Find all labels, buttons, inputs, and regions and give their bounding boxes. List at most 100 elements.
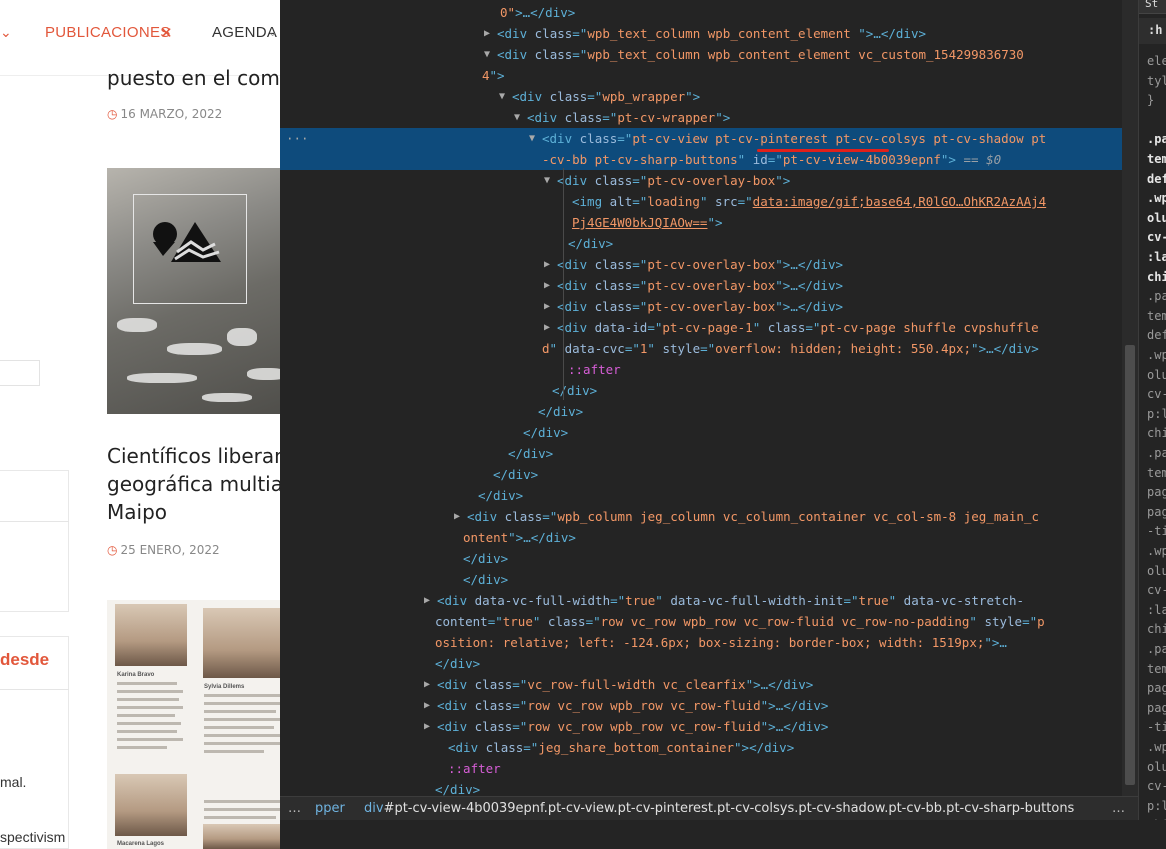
dom-node-line[interactable]: ontent">…</div>: [280, 527, 1122, 548]
agenda-chevron-down-icon[interactable]: ⌄: [268, 26, 277, 39]
dom-node-line[interactable]: osition: relative; left: -124.6px; box-s…: [280, 632, 1122, 653]
code-token: ">…</div>: [760, 719, 829, 734]
style-rule-fragment: chi: [1147, 426, 1166, 441]
clock-icon: ◷: [107, 543, 118, 557]
expand-triangle-closed-icon[interactable]: ▶: [424, 695, 430, 716]
dom-node-line[interactable]: content="true" class="row vc_row wpb_row…: [280, 611, 1122, 632]
article-thumbnail-mountain[interactable]: [107, 168, 287, 414]
breadcrumb-more-icon[interactable]: …: [1112, 797, 1125, 820]
expand-triangle-closed-icon[interactable]: ▶: [454, 506, 460, 527]
style-rule-fragment: .wp: [1147, 740, 1166, 754]
dom-node-line[interactable]: ::after: [280, 359, 1122, 380]
article-title-line-3[interactable]: Maipo: [107, 498, 167, 526]
expand-triangle-closed-icon[interactable]: ▶: [484, 23, 490, 44]
expand-triangle-closed-icon[interactable]: ▶: [424, 590, 430, 611]
dom-node-line[interactable]: 0">…</div>: [280, 2, 1122, 23]
article-date: ◷ 16 MARZO, 2022: [107, 107, 223, 121]
code-token: pt-cv-page-1: [662, 320, 753, 335]
expand-triangle-closed-icon[interactable]: ▶: [424, 716, 430, 737]
code-token: ": [969, 614, 985, 629]
style-rule-fragment: .wp: [1147, 544, 1166, 558]
dom-node-line[interactable]: <div class="jeg_share_bottom_container">…: [280, 737, 1122, 758]
code-token: >…</div>: [515, 5, 576, 20]
dom-node-text: </div>: [508, 443, 553, 464]
code-token: class: [474, 719, 513, 734]
expand-triangle-closed-icon[interactable]: ▶: [424, 674, 430, 695]
elements-tree[interactable]: </div>::after <div class="jeg_share_botto…: [280, 0, 1138, 796]
dom-node-line[interactable]: </div>: [280, 464, 1122, 485]
nav-chevron-down-icon[interactable]: ⌄: [0, 24, 12, 41]
dom-node-line[interactable]: ▶ <div data-vc-full-width="true" data-vc-…: [280, 590, 1122, 611]
code-token: =": [617, 131, 633, 146]
dom-node-line[interactable]: Pj4GE4W0bkJQIAOw==">: [280, 212, 1122, 233]
style-rule-fragment: ele: [1147, 54, 1166, 68]
dom-node-line[interactable]: ▶ <div class="pt-cv-overlay-box">…</div>: [280, 254, 1122, 275]
styles-filter-input[interactable]: :h: [1139, 18, 1166, 44]
dom-node-line[interactable]: </div>: [280, 380, 1122, 401]
dom-node-line[interactable]: 4">: [280, 65, 1122, 86]
breadcrumb-item-current[interactable]: div#pt-cv-view-4b0039epnf.pt-cv-view.pt-…: [364, 797, 1074, 820]
code-token: ::after: [448, 761, 501, 776]
dom-node-line[interactable]: ▼ <div class="pt-cv-wrapper">: [280, 107, 1122, 128]
dom-node-line[interactable]: ··· ▼ <div class="pt-cv-view pt-cv-pintere…: [280, 128, 1122, 149]
dom-node-line[interactable]: </div>: [280, 548, 1122, 569]
dom-node-line[interactable]: </div>: [280, 401, 1122, 422]
dom-node-line[interactable]: </div>: [280, 443, 1122, 464]
article-title-line-1[interactable]: Científicos liberan: [107, 442, 287, 470]
src-link[interactable]: Pj4GE4W0bkJQIAOw==: [572, 215, 707, 230]
dom-node-line[interactable]: ::after: [280, 758, 1122, 779]
breadcrumb-item[interactable]: pper: [315, 797, 345, 820]
expand-triangle-open-icon[interactable]: ▼: [529, 128, 535, 149]
expand-triangle-closed-icon[interactable]: ▶: [544, 275, 550, 296]
dom-node-line[interactable]: ▶ <div class="wpb_text_column wpb_content…: [280, 23, 1122, 44]
dom-node-line[interactable]: ▶ <div class="row vc_row wpb_row vc_row-f…: [280, 716, 1122, 737]
dom-node-line[interactable]: ▶ <div class="pt-cv-overlay-box">…</div>: [280, 275, 1122, 296]
code-token: ">: [940, 152, 956, 167]
dom-node-line[interactable]: ▶ <div class="row vc_row wpb_row vc_row-f…: [280, 695, 1122, 716]
expand-triangle-open-icon[interactable]: ▼: [484, 44, 490, 65]
dom-node-line[interactable]: ▶ <div class="vc_row-full-width vc_clearf…: [280, 674, 1122, 695]
expand-triangle-closed-icon[interactable]: ▶: [544, 296, 550, 317]
nav-close-icon[interactable]: ✕: [160, 24, 173, 42]
dom-node-line[interactable]: ▼ <div class="pt-cv-overlay-box">: [280, 170, 1122, 191]
dom-node-line[interactable]: <img alt="loading" src="data:image/gif;b…: [280, 191, 1122, 212]
node-actions-icon[interactable]: ···: [286, 128, 309, 149]
code-token: ">: [685, 89, 701, 104]
dom-node-line[interactable]: </div>: [280, 569, 1122, 590]
article-thumbnail-portraits[interactable]: Karina Bravo Sylvia Dillems Macarena Lag…: [107, 600, 287, 849]
src-link[interactable]: data:image/gif;base64,R0lGO…OhKR2AzAAj4: [753, 194, 1047, 209]
code-token: "></div>: [734, 740, 795, 755]
dom-node-line[interactable]: </div>: [280, 422, 1122, 443]
code-token: p: [1037, 614, 1045, 629]
code-token: pt-cv-wrapper: [617, 110, 716, 125]
dom-node-line[interactable]: ▶ <div data-id="pt-cv-page-1" class="pt-c…: [280, 317, 1122, 338]
dom-node-line[interactable]: </div>: [280, 653, 1122, 674]
code-token: =": [610, 593, 626, 608]
dom-node-line[interactable]: </div>: [280, 485, 1122, 506]
dom-node-line[interactable]: </div>: [280, 233, 1122, 254]
expand-triangle-open-icon[interactable]: ▼: [499, 86, 505, 107]
dom-node-line[interactable]: </div>: [280, 779, 1122, 796]
dom-node-line[interactable]: ▶ <div class="pt-cv-overlay-box">…</div>: [280, 296, 1122, 317]
dom-node-text: osition: relative; left: -124.6px; box-s…: [435, 632, 1007, 653]
dom-node-line[interactable]: d" data-cvc="1" style="overflow: hidden;…: [280, 338, 1122, 359]
article-title-line-2[interactable]: geográfica multiar: [107, 470, 291, 498]
expand-triangle-open-icon[interactable]: ▼: [514, 107, 520, 128]
dom-node-line[interactable]: ▶ <div class="wpb_column jeg_column vc_co…: [280, 506, 1122, 527]
code-token: <img: [572, 194, 610, 209]
tab-styles[interactable]: St: [1139, 0, 1166, 14]
dom-node-line[interactable]: ▼ <div class="wpb_text_column wpb_content…: [280, 44, 1122, 65]
sidebar-search-input[interactable]: [0, 360, 40, 386]
dom-node-line[interactable]: ▼ <div class="wpb_wrapper">: [280, 86, 1122, 107]
sidebar-heading: desde: [0, 650, 50, 669]
nav-item-publicaciones[interactable]: PUBLICACIONES: [45, 24, 171, 41]
code-token: <div: [542, 131, 580, 146]
dom-node-text: <div class="pt-cv-overlay-box">…</div>: [557, 275, 843, 296]
article-title[interactable]: puesto en el comit: [107, 64, 293, 92]
breadcrumb-more-icon[interactable]: …: [288, 797, 301, 820]
expand-triangle-closed-icon[interactable]: ▶: [544, 317, 550, 338]
expand-triangle-open-icon[interactable]: ▼: [544, 170, 550, 191]
elements-scrollbar-thumb[interactable]: [1125, 345, 1135, 785]
dom-node-line[interactable]: -cv-bb pt-cv-sharp-buttons" id="pt-cv-vi…: [280, 149, 1122, 170]
expand-triangle-closed-icon[interactable]: ▶: [544, 254, 550, 275]
